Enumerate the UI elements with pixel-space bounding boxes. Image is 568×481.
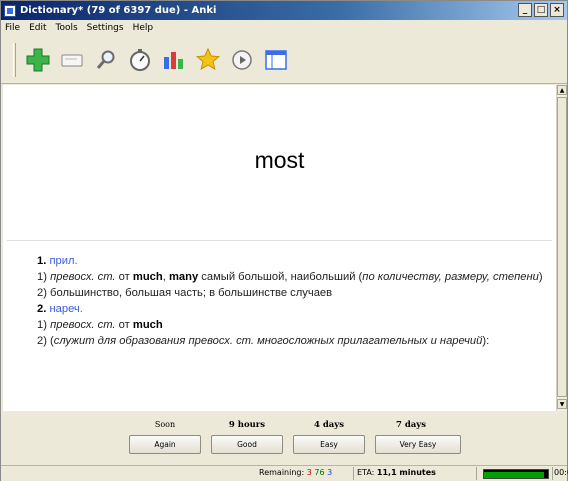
answer-line-1: 1. прил. bbox=[37, 253, 547, 269]
remaining-label: Remaining: bbox=[259, 468, 307, 477]
answer-line-2: 1) превосх. ст. от much, many самый боль… bbox=[37, 269, 547, 285]
search-icon bbox=[96, 50, 115, 69]
sense-number: 1. bbox=[37, 255, 47, 267]
again-button[interactable]: Again bbox=[129, 435, 201, 454]
answer-text: 1) bbox=[37, 271, 51, 283]
graph-icon bbox=[164, 51, 183, 69]
answer-text: от bbox=[115, 271, 133, 283]
menu-settings[interactable]: Settings bbox=[87, 23, 124, 33]
answer-italic: превосх. ст. bbox=[50, 271, 116, 283]
sense-number: 2. bbox=[37, 303, 47, 315]
timer-icon bbox=[130, 48, 150, 71]
card-view: most 1. прил. 1) превосх. ст. от much, m… bbox=[3, 85, 556, 411]
answer-text: 1) bbox=[37, 319, 51, 331]
scroll-down-arrow-icon[interactable]: ▼ bbox=[557, 399, 567, 409]
remaining-review: 76 bbox=[314, 468, 325, 477]
session-timer: 00:09 bbox=[554, 468, 568, 477]
answer-line-4: 2. нареч. bbox=[37, 301, 547, 317]
card-icon bbox=[61, 54, 83, 66]
menu-edit[interactable]: Edit bbox=[29, 23, 46, 33]
very-easy-button[interactable]: Very Easy bbox=[375, 435, 461, 454]
timer-button[interactable] bbox=[126, 46, 154, 74]
good-button[interactable]: Good bbox=[211, 435, 283, 454]
play-button[interactable] bbox=[228, 46, 256, 74]
star-button[interactable] bbox=[194, 46, 222, 74]
answer-italic: превосх. ст. bbox=[50, 319, 116, 331]
card-answer: 1. прил. 1) превосх. ст. от much, many с… bbox=[37, 253, 547, 349]
maximize-button[interactable]: □ bbox=[534, 3, 548, 17]
remaining-failed: 3 bbox=[306, 468, 312, 477]
toolbar-grip[interactable] bbox=[13, 42, 16, 77]
window-title: Dictionary* (79 of 6397 due) - Anki bbox=[20, 5, 217, 16]
progress-fill bbox=[484, 472, 544, 478]
search-button[interactable] bbox=[92, 46, 120, 74]
deck-button[interactable] bbox=[262, 46, 290, 74]
answer-bold: many bbox=[168, 271, 199, 283]
graph-button[interactable] bbox=[160, 46, 188, 74]
answer-line-6: 2) (служит для образования превосх. ст. … bbox=[37, 333, 547, 349]
status-separator bbox=[552, 467, 553, 480]
answer-italic: служит для образования превосх. ст. мног… bbox=[53, 335, 483, 347]
part-of-speech: нареч. bbox=[49, 303, 83, 315]
menu-bar: File Edit Tools Settings Help bbox=[1, 20, 567, 36]
interval-very-easy: 7 days bbox=[395, 420, 427, 430]
remaining-count: Remaining: 3 76 3 bbox=[259, 468, 332, 477]
part-of-speech: прил. bbox=[49, 255, 78, 267]
answer-text: 2) ( bbox=[37, 335, 54, 347]
easy-button[interactable]: Easy bbox=[293, 435, 365, 454]
interval-good: 9 hours bbox=[228, 420, 266, 430]
add-icon bbox=[26, 48, 50, 71]
eta-label: ETA: bbox=[357, 468, 377, 477]
card-button[interactable] bbox=[58, 46, 86, 74]
window-controls: _ □ × bbox=[518, 3, 564, 17]
scroll-thumb[interactable] bbox=[557, 97, 567, 397]
menu-file[interactable]: File bbox=[5, 23, 20, 33]
status-separator bbox=[353, 467, 354, 480]
play-icon bbox=[232, 49, 252, 70]
answer-line-5: 1) превосх. ст. от much bbox=[37, 317, 547, 333]
anki-app-icon[interactable] bbox=[4, 4, 16, 17]
interval-easy: 4 days bbox=[313, 420, 345, 430]
status-separator bbox=[476, 467, 477, 480]
eta: ETA: 11,1 minutes bbox=[357, 468, 436, 477]
status-bar: Remaining: 3 76 3 ETA: 11,1 minutes 00:0… bbox=[1, 465, 568, 481]
progress-bar bbox=[483, 469, 549, 479]
anki-window: Dictionary* (79 of 6397 due) - Anki _ □ … bbox=[0, 0, 568, 481]
scroll-up-arrow-icon[interactable]: ▲ bbox=[557, 85, 567, 95]
menu-tools[interactable]: Tools bbox=[56, 23, 78, 33]
answer-text: от bbox=[115, 319, 133, 331]
answer-text: ): bbox=[482, 335, 490, 347]
deck-icon bbox=[265, 49, 287, 70]
star-icon bbox=[195, 47, 221, 70]
title-bar[interactable]: Dictionary* (79 of 6397 due) - Anki _ □ … bbox=[1, 1, 567, 20]
add-button[interactable] bbox=[24, 46, 52, 74]
answer-italic: по количеству, размеру, степени bbox=[362, 271, 539, 283]
card-scrollbar[interactable]: ▲ ▼ bbox=[556, 85, 567, 411]
answer-bold: much bbox=[132, 271, 163, 283]
card-question: most bbox=[254, 147, 305, 173]
close-button[interactable]: × bbox=[550, 3, 564, 17]
answer-bold: much bbox=[132, 319, 163, 331]
answer-text: самый большой, наибольший ( bbox=[198, 271, 363, 283]
answer-buttons-bar: Soon 9 hours 4 days 7 days Again Good Ea… bbox=[1, 411, 567, 465]
remaining-new: 3 bbox=[327, 468, 333, 477]
answer-line-3: 2) большинство, большая часть; в большин… bbox=[37, 287, 333, 299]
interval-again: Soon bbox=[154, 420, 176, 429]
minimize-button[interactable]: _ bbox=[518, 3, 532, 17]
eta-value: 11,1 minutes bbox=[376, 468, 436, 477]
toolbar bbox=[1, 36, 567, 84]
question-answer-divider bbox=[7, 240, 552, 241]
answer-text: ) bbox=[538, 271, 543, 283]
menu-help[interactable]: Help bbox=[133, 23, 154, 33]
